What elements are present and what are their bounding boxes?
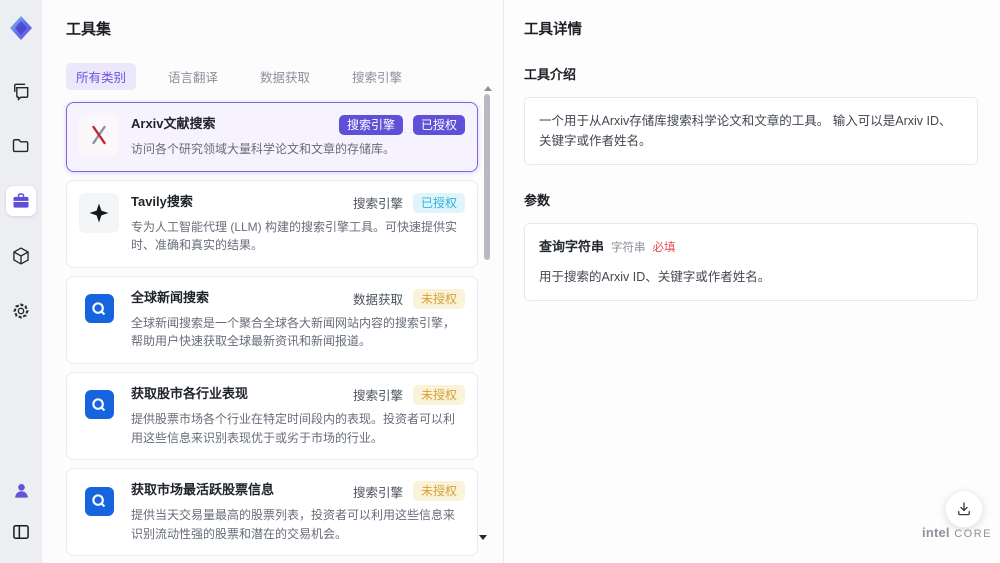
core-wordmark: CORE bbox=[954, 528, 992, 540]
tab-language-translation[interactable]: 语言翻译 bbox=[158, 63, 228, 90]
params-section-title: 参数 bbox=[524, 193, 551, 208]
tools-nav-button[interactable] bbox=[6, 186, 36, 216]
category-tabs: 所有类别 语言翻译 数据获取 搜索引擎 bbox=[66, 63, 503, 90]
left-rail bbox=[0, 0, 42, 563]
tool-detail-panel: 工具详情 工具介绍 一个用于从Arxiv存储库搜索科学论文和文章的工具。 输入可… bbox=[503, 0, 1000, 563]
chat-icon bbox=[14, 83, 29, 101]
scroll-up-arrow-icon[interactable] bbox=[484, 86, 492, 91]
tool-card-stock-sectors[interactable]: 获取股市各行业表现 搜索引擎 未授权 提供股票市场各个行业在特定时间段内的表现。… bbox=[66, 371, 478, 461]
tool-cards: Arxiv文献搜索 搜索引擎 已授权 访问各个研究领域大量科学论文和文章的存储库… bbox=[66, 102, 478, 563]
tool-name: 获取股市各行业表现 bbox=[131, 385, 249, 401]
tool-desc: 访问各个研究领域大量科学论文和文章的存储库。 bbox=[131, 142, 396, 156]
stock-search-icon bbox=[79, 385, 119, 425]
tool-card-arxiv[interactable]: Arxiv文献搜索 搜索引擎 已授权 访问各个研究领域大量科学论文和文章的存储库… bbox=[66, 102, 478, 172]
rail-bottom bbox=[6, 475, 36, 547]
category-badge: 搜索引擎 bbox=[338, 115, 403, 135]
param-box: 查询字符串 字符串 必填 用于搜索的Arxiv ID、关键字或作者姓名。 bbox=[524, 223, 978, 301]
tool-desc: 提供当天交易量最高的股票列表，投资者可以利用这些信息来识别流动性强的股票和潜在的… bbox=[131, 508, 456, 541]
gem-logo-icon bbox=[10, 16, 32, 40]
category-label: 搜索引擎 bbox=[352, 197, 403, 212]
tool-list-panel: 工具集 所有类别 语言翻译 数据获取 搜索引擎 Arxiv文献搜索 搜索引擎 已… bbox=[42, 0, 503, 563]
list-scrollbar[interactable] bbox=[483, 86, 492, 546]
files-nav-button[interactable] bbox=[6, 131, 36, 161]
tab-data-retrieval[interactable]: 数据获取 bbox=[250, 63, 320, 90]
param-required-badge: 必填 bbox=[652, 242, 676, 254]
chat-nav-button[interactable] bbox=[6, 76, 36, 106]
auth-badge: 已授权 bbox=[412, 192, 465, 213]
param-name: 查询字符串 bbox=[539, 239, 605, 254]
intro-box: 一个用于从Arxiv存储库搜索科学论文和文章的工具。 输入可以是Arxiv ID… bbox=[524, 97, 978, 165]
rail-nav bbox=[6, 76, 36, 326]
tool-name: Tavily搜索 bbox=[131, 193, 193, 209]
tab-search-engine[interactable]: 搜索引擎 bbox=[342, 63, 412, 90]
tool-name: 获取市场最活跃股票信息 bbox=[131, 482, 275, 498]
tool-desc: 提供股票市场各个行业在特定时间段内的表现。投资者可以利用这些信息来识别表现优于或… bbox=[131, 411, 456, 445]
layout-panel-icon bbox=[13, 525, 29, 539]
intel-core-logo: intel CORE bbox=[922, 524, 992, 542]
param-type: 字符串 bbox=[611, 242, 646, 254]
tab-all-categories[interactable]: 所有类别 bbox=[66, 63, 137, 90]
briefcase-icon bbox=[13, 193, 29, 208]
news-search-icon bbox=[79, 289, 119, 329]
detail-title: 工具详情 bbox=[524, 22, 582, 38]
tool-name: Arxiv文献搜索 bbox=[131, 116, 216, 131]
category-label: 搜索引擎 bbox=[352, 485, 403, 500]
scroll-down-arrow-icon[interactable] bbox=[479, 535, 487, 540]
tool-card-tavily[interactable]: Tavily搜索 搜索引擎 已授权 专为人工智能代理 (LLM) 构建的搜索引擎… bbox=[66, 179, 478, 268]
app-logo[interactable] bbox=[7, 14, 35, 42]
auth-badge: 未授权 bbox=[412, 481, 465, 502]
download-button[interactable] bbox=[945, 490, 983, 528]
tool-card-active-stocks[interactable]: 获取市场最活跃股票信息 搜索引擎 未授权 提供当天交易量最高的股票列表，投资者可… bbox=[66, 468, 478, 557]
param-desc: 用于搜索的Arxiv ID、关键字或作者姓名。 bbox=[539, 269, 771, 284]
arxiv-logo-icon bbox=[79, 115, 119, 155]
user-icon bbox=[14, 483, 28, 498]
auth-badge: 未授权 bbox=[412, 288, 465, 309]
tavily-star-icon bbox=[79, 192, 119, 233]
tool-card-global-news[interactable]: 全球新闻搜索 数据获取 未授权 全球新闻搜索是一个聚合全球各大新闻网站内容的搜索… bbox=[66, 275, 478, 364]
tool-desc: 全球新闻搜索是一个聚合全球各大新闻网站内容的搜索引擎，帮助用户快速获取全球最新资… bbox=[131, 315, 456, 349]
collapse-panel-button[interactable] bbox=[6, 517, 36, 547]
tool-name: 全球新闻搜索 bbox=[131, 289, 210, 305]
category-label: 搜索引擎 bbox=[352, 389, 403, 404]
intel-wordmark: intel bbox=[922, 525, 950, 540]
intro-section-title: 工具介绍 bbox=[524, 67, 577, 82]
scrollbar-thumb[interactable] bbox=[484, 94, 490, 260]
settings-nav-button[interactable] bbox=[6, 296, 36, 326]
page-title: 工具集 bbox=[66, 21, 112, 38]
auth-badge: 未授权 bbox=[412, 384, 465, 405]
tool-desc: 专为人工智能代理 (LLM) 构建的搜索引擎工具。可快速提供实时、准确和真实的结… bbox=[131, 219, 458, 253]
stock-search-icon bbox=[79, 481, 119, 521]
packages-nav-button[interactable] bbox=[6, 241, 36, 271]
account-button[interactable] bbox=[6, 475, 36, 505]
gear-icon bbox=[13, 303, 29, 319]
category-label: 数据获取 bbox=[352, 293, 403, 308]
cube-icon bbox=[13, 247, 29, 265]
folder-icon bbox=[12, 139, 29, 153]
auth-badge: 已授权 bbox=[412, 115, 465, 135]
download-icon bbox=[958, 502, 970, 516]
